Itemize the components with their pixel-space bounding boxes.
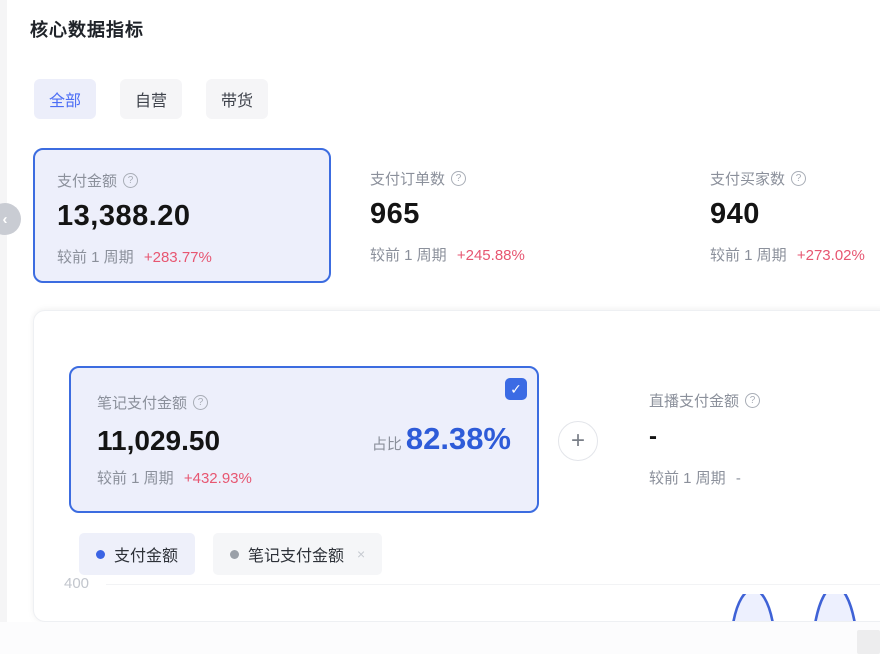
tab-affiliate[interactable]: 带货 [206,79,268,119]
legend-dot-blue [96,550,105,559]
scope-tabs: 全部 自营 带货 [34,79,268,119]
chevron-left-icon: ‹ [3,211,8,228]
ratio-group: 占比 82.38% [372,421,511,457]
subcard-value: 11,029.50 [97,425,220,457]
gridline [106,584,880,585]
help-icon[interactable]: ? [123,173,138,188]
plus-icon: + [571,429,585,453]
metric-value: 940 [710,198,880,231]
carousel-prev-button[interactable]: ‹ [0,203,21,235]
legend-item-note-payment[interactable]: 笔记支付金额 × [213,533,382,575]
detail-panel: ✓ 笔记支付金额 ? 11,029.50 占比 82.38% 较前 1 周期 +… [33,310,880,622]
subcard-note-payment[interactable]: ✓ 笔记支付金额 ? 11,029.50 占比 82.38% 较前 1 周期 +… [69,366,539,513]
page-bottom-band [0,622,880,654]
compare-delta: +432.93% [184,470,252,487]
tab-self-operated[interactable]: 自营 [120,79,182,119]
payment-amount-line-chart[interactable] [34,594,880,621]
metric-value: 13,388.20 [57,200,307,233]
tab-all[interactable]: 全部 [34,79,96,119]
metric-label: 支付金额 [57,170,117,191]
page-left-gutter [0,0,7,654]
metric-label: 支付订单数 [370,168,445,189]
metric-card-payment-amount[interactable]: 支付金额 ? 13,388.20 较前 1 周期 +283.77% [33,148,331,283]
legend-item-payment-amount[interactable]: 支付金额 [79,533,195,575]
metric-card-order-count[interactable]: 支付订单数 ? 965 较前 1 周期 +245.88% [348,148,638,283]
compare-label: 较前 1 周期 [649,470,726,487]
ratio-label: 占比 [372,433,402,454]
compare-label: 较前 1 周期 [97,470,174,487]
subcard-live-payment[interactable]: 直播支付金额 ? - 较前 1 周期 - [649,390,880,488]
help-icon[interactable]: ? [451,171,466,186]
legend-label: 笔记支付金额 [248,542,344,566]
metric-card-buyer-count[interactable]: 支付买家数 ? 940 较前 1 周期 +273.02% [688,148,880,283]
close-icon[interactable]: × [357,546,365,562]
line-peak-1 [733,594,773,621]
help-icon[interactable]: ? [745,393,760,408]
legend-label: 支付金额 [114,542,178,566]
compare-delta: +245.88% [457,247,525,264]
compare-label: 较前 1 周期 [710,247,787,264]
help-icon[interactable]: ? [193,395,208,410]
chart-legend: 支付金额 笔记支付金额 × [79,533,382,575]
compare-delta: +283.77% [144,249,212,266]
metric-label: 支付买家数 [710,168,785,189]
compare-label: 较前 1 周期 [370,247,447,264]
checkbox-checked[interactable]: ✓ [505,378,527,400]
compare-delta: - [736,470,741,487]
line-peak-2 [815,594,855,621]
page-title: 核心数据指标 [30,16,144,42]
help-icon[interactable]: ? [791,171,806,186]
check-icon: ✓ [510,381,522,398]
y-axis-tick-400: 400 [64,575,89,592]
metric-value: 965 [370,198,616,231]
subcard-value: - [649,423,880,451]
add-metric-button[interactable]: + [558,421,598,461]
compare-delta: +273.02% [797,247,865,264]
compare-label: 较前 1 周期 [57,249,134,266]
ratio-value: 82.38% [406,421,511,457]
subcard-label: 笔记支付金额 [97,392,187,413]
legend-dot-gray [230,550,239,559]
subcard-label: 直播支付金额 [649,390,739,411]
scrollbar-thumb[interactable] [857,630,880,654]
